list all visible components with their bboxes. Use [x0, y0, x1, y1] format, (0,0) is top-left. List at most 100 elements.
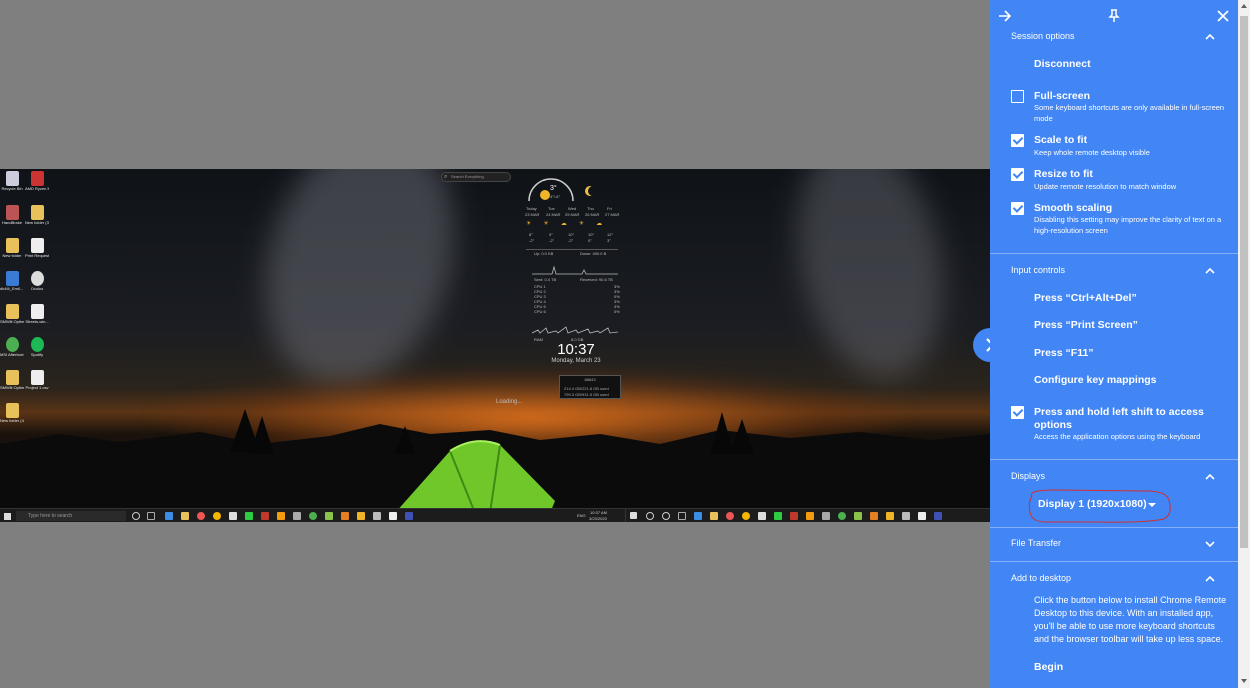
add-to-desktop-heading[interactable]: Add to desktop — [1011, 573, 1071, 583]
taskbar-app-icon[interactable] — [309, 512, 317, 520]
taskbar-app-icon[interactable] — [886, 512, 894, 520]
taskbar-app-icon[interactable] — [165, 512, 173, 520]
taskbar-app-icon[interactable] — [742, 512, 750, 520]
ctrl-alt-del-button[interactable]: Press “Ctrl+Alt+Del” — [1034, 292, 1137, 304]
taskbar-language[interactable]: ENG — [577, 513, 586, 518]
task-view-icon[interactable] — [678, 512, 686, 520]
taskbar-app-icon[interactable] — [229, 512, 237, 520]
chevron-down-icon[interactable] — [1204, 539, 1216, 549]
f11-button[interactable]: Press “F11” — [1034, 347, 1094, 359]
taskbar-app-icon[interactable] — [277, 512, 285, 520]
section-divider — [990, 253, 1238, 254]
close-icon[interactable] — [1215, 9, 1231, 25]
taskbar-app-icon[interactable] — [838, 512, 846, 520]
desktop-icon[interactable]: Streets-win... — [25, 304, 49, 325]
scroll-thumb[interactable] — [1240, 16, 1248, 548]
file-transfer-heading[interactable]: File Transfer — [1011, 538, 1061, 548]
panel-scrollbar[interactable] — [1238, 0, 1250, 688]
taskbar-app-icon[interactable] — [806, 512, 814, 520]
desktop-icon[interactable]: MSI Afterburner — [0, 337, 24, 358]
cortana-icon[interactable] — [132, 512, 140, 520]
taskbar-time[interactable]: 10:37 AM — [590, 510, 607, 515]
task-view-icon[interactable] — [147, 512, 155, 520]
forecast-hi: 10° — [568, 232, 575, 237]
full-screen-checkbox[interactable] — [1011, 90, 1024, 103]
chevron-up-icon[interactable] — [1204, 472, 1216, 482]
forecast-day: Today — [526, 206, 537, 211]
desktop-icon[interactable]: Oculus — [25, 271, 49, 292]
desktop-icon[interactable]: New folder (4) — [0, 403, 24, 424]
taskbar-app-icon[interactable] — [934, 512, 942, 520]
desktop-icon[interactable]: Print Request.pdf — [25, 238, 49, 259]
cpu-value: 0% — [614, 309, 620, 314]
moon-icon — [588, 186, 598, 196]
search-icon[interactable] — [646, 512, 654, 520]
left-shift-checkbox[interactable] — [1011, 406, 1024, 419]
disk-widget: 88843 214.4 GB/221.8 GB used 799.3 GB/93… — [559, 375, 621, 399]
taskbar-app-icon[interactable] — [357, 512, 365, 520]
pin-icon[interactable] — [1106, 9, 1122, 25]
smooth-scaling-checkbox[interactable] — [1011, 202, 1024, 215]
chevron-up-icon[interactable] — [1204, 266, 1216, 276]
taskbar-app-icon[interactable] — [694, 512, 702, 520]
displays-heading[interactable]: Displays — [1011, 471, 1045, 481]
print-screen-button[interactable]: Press “Print Screen” — [1034, 319, 1138, 331]
everything-search-box[interactable]: Search Everything — [441, 172, 511, 182]
scroll-up-icon[interactable] — [1241, 4, 1247, 8]
desktop-icon[interactable]: Spotify — [25, 337, 49, 358]
taskbar-app-icon[interactable] — [293, 512, 301, 520]
taskbar-app-icon[interactable] — [726, 512, 734, 520]
arrow-right-icon[interactable] — [997, 9, 1013, 25]
forecast-day: Tue — [548, 206, 555, 211]
begin-button[interactable]: Begin — [1034, 661, 1063, 673]
forecast-date: 23 MAR — [525, 212, 540, 217]
taskbar-app-icon[interactable] — [325, 512, 333, 520]
taskbar-search[interactable]: Type here to search — [16, 511, 126, 521]
taskbar-app-icon[interactable] — [854, 512, 862, 520]
chevron-up-icon[interactable] — [1204, 32, 1216, 42]
taskbar-app-icon[interactable] — [822, 512, 830, 520]
taskbar-app-icon[interactable] — [902, 512, 910, 520]
taskbar-app-icon[interactable] — [870, 512, 878, 520]
taskbar-app-icon[interactable] — [261, 512, 269, 520]
remote-desktop-view[interactable]: Recycle Bin AMD Ryzen Master HandBrake N… — [0, 169, 990, 522]
disconnect-button[interactable]: Disconnect — [1034, 58, 1091, 70]
taskbar-app-icon[interactable] — [181, 512, 189, 520]
taskbar-app-icon[interactable] — [245, 512, 253, 520]
taskbar-app-icon[interactable] — [197, 512, 205, 520]
taskbar-app-icon[interactable] — [389, 512, 397, 520]
desktop-icon[interactable]: New folder — [0, 238, 24, 259]
scroll-down-icon[interactable] — [1241, 679, 1247, 683]
input-controls-heading[interactable]: Input controls — [1011, 265, 1065, 275]
taskbar-app-icon[interactable] — [373, 512, 381, 520]
resize-to-fit-checkbox[interactable] — [1011, 168, 1024, 181]
taskbar-date[interactable]: 3/23/2020 — [589, 516, 607, 521]
taskbar-app-icon[interactable] — [213, 512, 221, 520]
taskbar-app-icon[interactable] — [918, 512, 926, 520]
desktop-icon[interactable]: HandBrake — [0, 205, 24, 226]
cortana-icon[interactable] — [662, 512, 670, 520]
configure-key-mappings-button[interactable]: Configure key mappings — [1034, 374, 1157, 386]
desktop-icon[interactable]: SMWiii Optim... — [0, 304, 24, 325]
start-icon[interactable] — [4, 513, 11, 520]
forecast-lo: -2° — [549, 238, 555, 243]
desktop-icon[interactable]: New folder (3) — [25, 205, 49, 226]
desktop-icon[interactable]: Project 1.csv — [25, 370, 49, 391]
desktop-icon[interactable]: SMWiii Optim... — [0, 370, 24, 391]
start-icon[interactable] — [630, 512, 637, 519]
taskbar-app-icon[interactable] — [774, 512, 782, 520]
section-divider — [990, 459, 1238, 460]
desktop-icon[interactable]: AMD Ryzen Master — [25, 171, 49, 192]
taskbar-app-icon[interactable] — [710, 512, 718, 520]
scale-to-fit-checkbox[interactable] — [1011, 134, 1024, 147]
taskbar-app-icon[interactable] — [341, 512, 349, 520]
taskbar-app-icon[interactable] — [790, 512, 798, 520]
chevron-up-icon[interactable] — [1204, 574, 1216, 584]
taskbar-app-icon[interactable] — [758, 512, 766, 520]
forecast-lo: -2° — [529, 238, 535, 243]
taskbar-app-icon[interactable] — [405, 512, 413, 520]
left-shift-desc: Access the application options using the… — [1034, 432, 1201, 441]
desktop-icon[interactable]: dk4f4_Emil... - Shortcut — [0, 271, 24, 292]
desktop-icon[interactable]: Recycle Bin — [0, 171, 24, 192]
session-options-heading[interactable]: Session options — [1011, 31, 1075, 41]
